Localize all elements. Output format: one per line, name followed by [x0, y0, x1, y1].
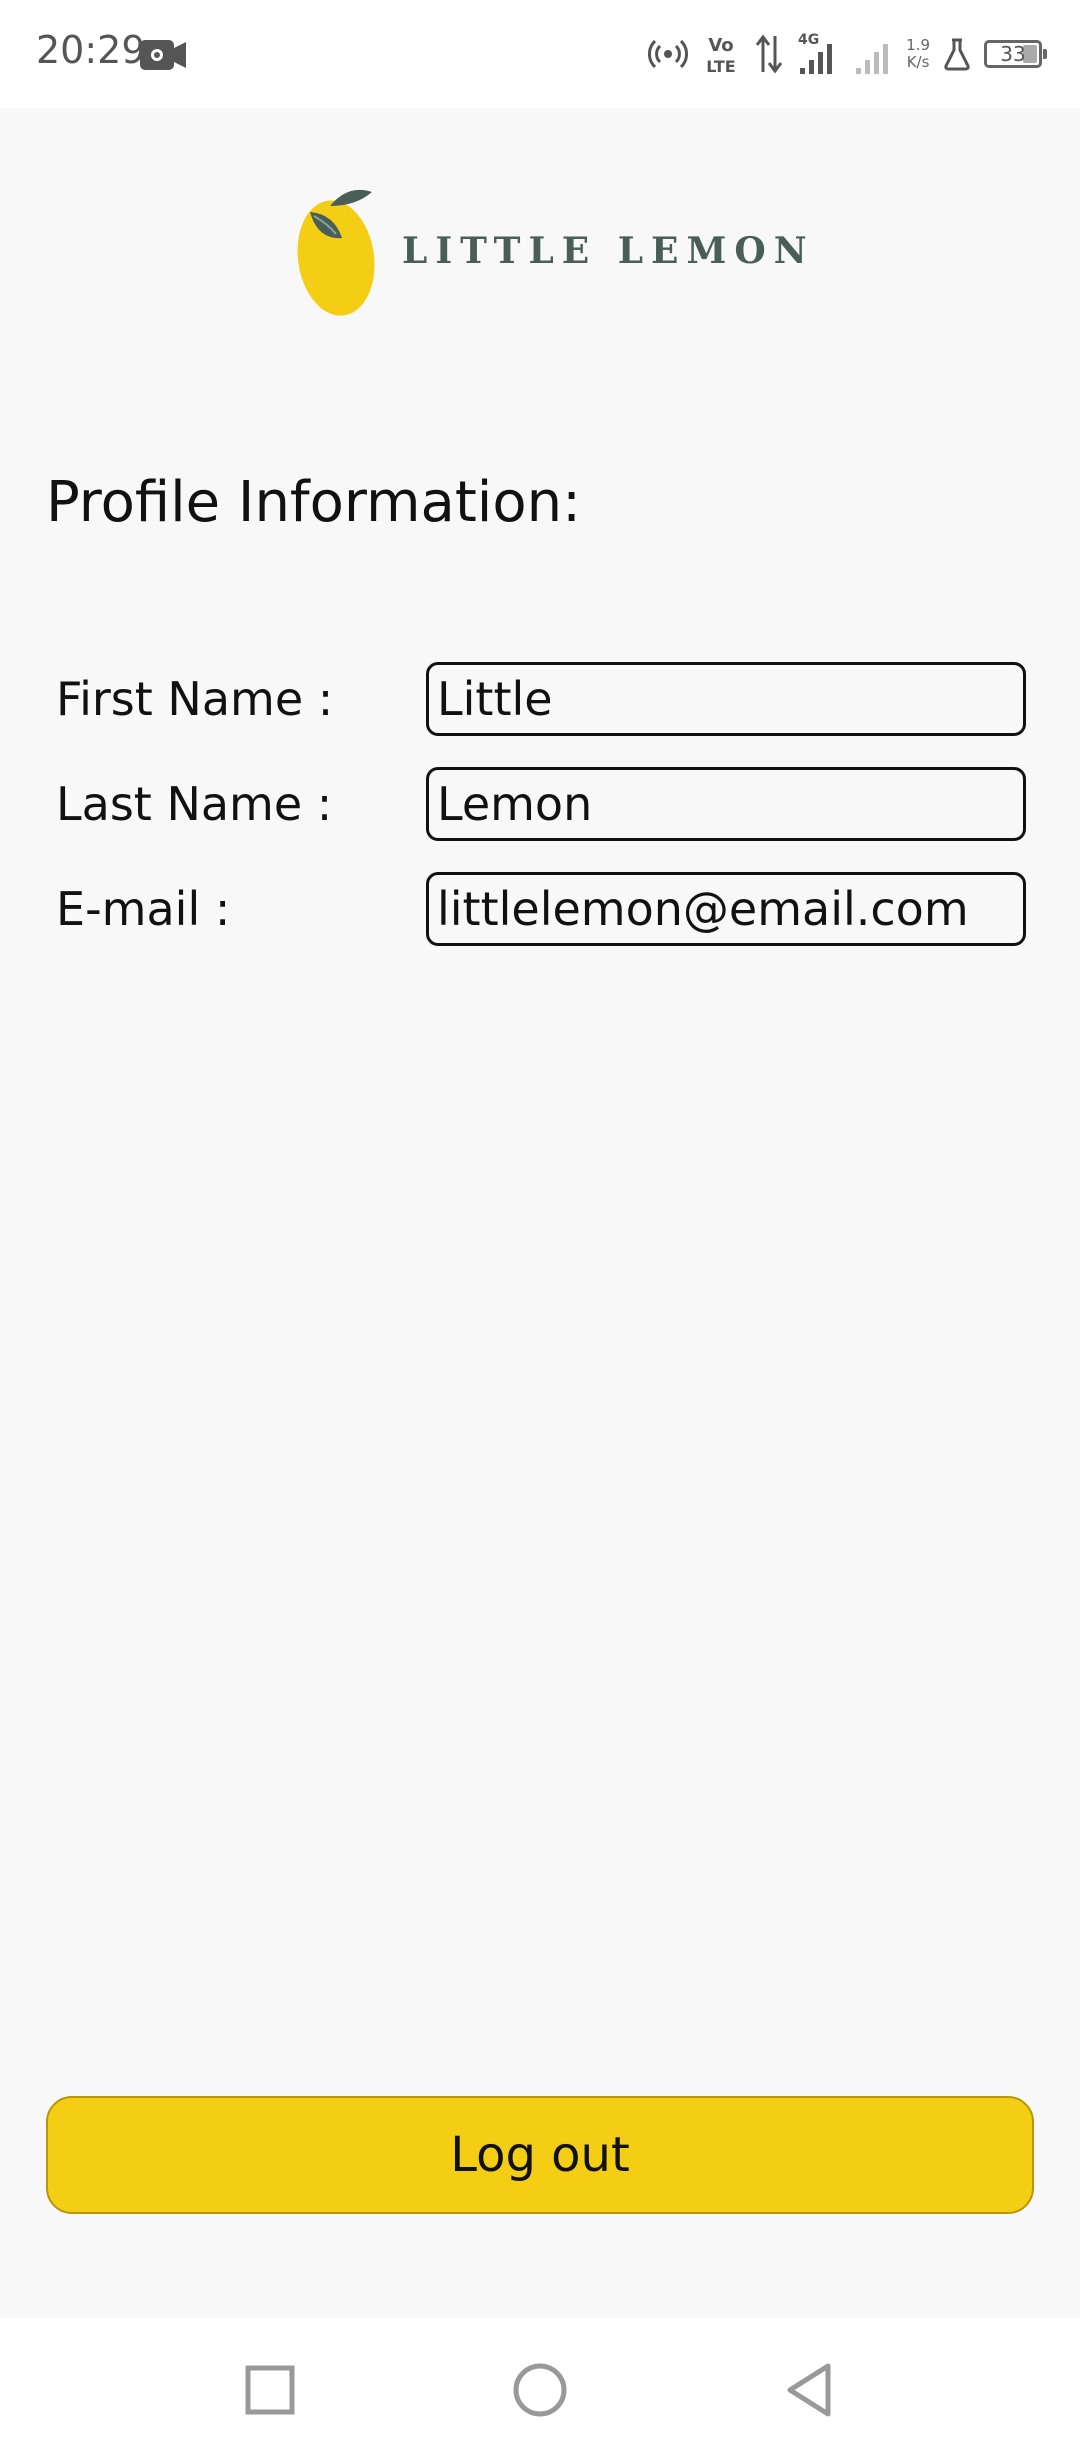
back-icon[interactable] [778, 2358, 842, 2422]
last-name-row: Last Name : [56, 767, 1026, 843]
logout-button[interactable]: Log out [46, 2096, 1034, 2214]
svg-text:4G: 4G [798, 32, 819, 48]
logo-text: LITTLE LEMON [402, 230, 815, 272]
hotspot-icon [648, 39, 689, 69]
first-name-row: First Name : [56, 662, 1026, 738]
email-input[interactable] [426, 872, 1026, 946]
network-speed-value: 1.9 [906, 36, 930, 54]
status-time: 20:29 [36, 28, 146, 72]
video-camera-icon [140, 40, 186, 70]
flask-icon [944, 38, 970, 71]
email-label: E-mail : [56, 882, 231, 936]
battery-indicator: 33 [984, 40, 1047, 68]
first-name-label: First Name : [56, 672, 334, 726]
status-icons: Vo LTE 4G 1.9 K/s 33 [648, 26, 1047, 82]
signal-secondary-icon [856, 44, 889, 74]
data-transfer-icon [755, 34, 783, 74]
recent-apps-icon[interactable] [238, 2358, 302, 2422]
svg-text:LTE: LTE [706, 57, 735, 76]
last-name-input[interactable] [426, 767, 1026, 841]
home-icon[interactable] [508, 2358, 572, 2422]
volte-icon: Vo LTE [706, 35, 735, 76]
last-name-label: Last Name : [56, 777, 333, 831]
lemon-icon [297, 189, 375, 316]
little-lemon-logo: LITTLE LEMON [290, 178, 810, 328]
signal-4g-icon: 4G [798, 32, 833, 74]
network-speed: 1.9 K/s [906, 37, 930, 71]
battery-level: 33 [1000, 42, 1026, 66]
email-row: E-mail : [56, 872, 1026, 948]
network-speed-unit: K/s [906, 53, 930, 71]
svg-text:Vo: Vo [708, 35, 733, 56]
first-name-input[interactable] [426, 662, 1026, 736]
page-title: Profile Information: [46, 470, 581, 535]
status-bar: 20:29 Vo LTE 4G 1.9 K/s 33 [0, 0, 1080, 108]
system-nav-bar [0, 2318, 1080, 2460]
